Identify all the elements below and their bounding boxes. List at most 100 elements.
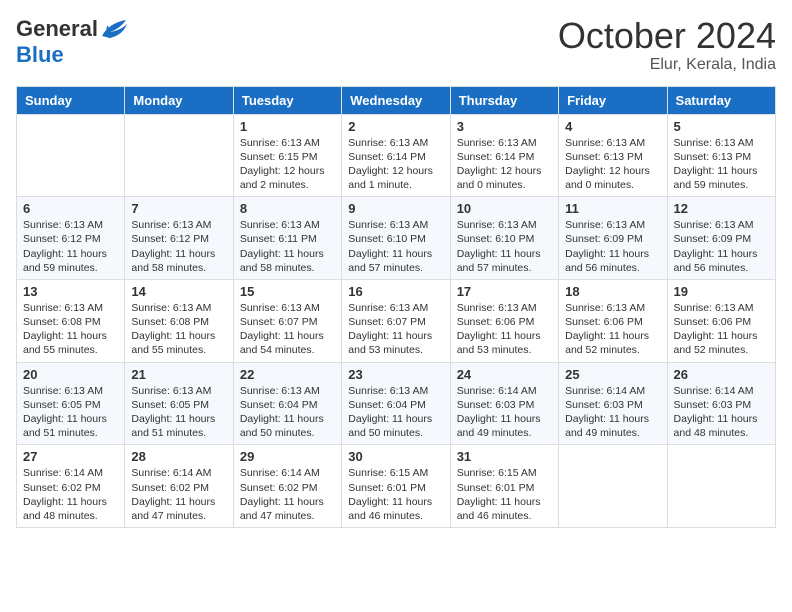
calendar-cell (667, 445, 775, 528)
calendar-cell: 31 Sunrise: 6:15 AMSunset: 6:01 PMDayligh… (450, 445, 558, 528)
cell-info: Sunrise: 6:14 AMSunset: 6:02 PMDaylight:… (23, 466, 118, 523)
calendar-cell: 27 Sunrise: 6:14 AMSunset: 6:02 PMDayligh… (17, 445, 125, 528)
cell-info: Sunrise: 6:13 AMSunset: 6:06 PMDaylight:… (565, 301, 660, 358)
cell-info: Sunrise: 6:15 AMSunset: 6:01 PMDaylight:… (348, 466, 443, 523)
calendar-cell: 4 Sunrise: 6:13 AMSunset: 6:13 PMDaylight… (559, 114, 667, 197)
day-number: 22 (240, 367, 335, 382)
cell-info: Sunrise: 6:13 AMSunset: 6:05 PMDaylight:… (23, 384, 118, 441)
day-number: 23 (348, 367, 443, 382)
logo: General Blue (16, 16, 128, 68)
cell-info: Sunrise: 6:13 AMSunset: 6:07 PMDaylight:… (348, 301, 443, 358)
cell-info: Sunrise: 6:13 AMSunset: 6:10 PMDaylight:… (348, 218, 443, 275)
cell-info: Sunrise: 6:13 AMSunset: 6:08 PMDaylight:… (131, 301, 226, 358)
day-number: 26 (674, 367, 769, 382)
day-number: 15 (240, 284, 335, 299)
weekday-header: Monday (125, 86, 233, 114)
cell-info: Sunrise: 6:13 AMSunset: 6:15 PMDaylight:… (240, 136, 335, 193)
calendar-cell (17, 114, 125, 197)
calendar-cell: 23 Sunrise: 6:13 AMSunset: 6:04 PMDayligh… (342, 362, 450, 445)
day-number: 19 (674, 284, 769, 299)
calendar-cell: 22Sunrise: 6:13 AMSunset: 6:04 PMDayligh… (233, 362, 341, 445)
calendar-week-row: 20Sunrise: 6:13 AMSunset: 6:05 PMDayligh… (17, 362, 776, 445)
cell-info: Sunrise: 6:13 AMSunset: 6:06 PMDaylight:… (457, 301, 552, 358)
day-number: 10 (457, 201, 552, 216)
calendar-cell: 13Sunrise: 6:13 AMSunset: 6:08 PMDayligh… (17, 279, 125, 362)
day-number: 16 (348, 284, 443, 299)
day-number: 1 (240, 119, 335, 134)
day-number: 3 (457, 119, 552, 134)
calendar-cell: 29 Sunrise: 6:14 AMSunset: 6:02 PMDayligh… (233, 445, 341, 528)
day-number: 27 (23, 449, 118, 464)
calendar-cell: 19Sunrise: 6:13 AMSunset: 6:06 PMDayligh… (667, 279, 775, 362)
day-number: 29 (240, 449, 335, 464)
calendar-cell: 14 Sunrise: 6:13 AMSunset: 6:08 PMDayligh… (125, 279, 233, 362)
cell-info: Sunrise: 6:13 AMSunset: 6:09 PMDaylight:… (674, 218, 769, 275)
logo-bird-icon (100, 18, 128, 40)
calendar-cell: 18 Sunrise: 6:13 AMSunset: 6:06 PMDayligh… (559, 279, 667, 362)
day-number: 30 (348, 449, 443, 464)
day-number: 17 (457, 284, 552, 299)
weekday-header: Tuesday (233, 86, 341, 114)
day-number: 24 (457, 367, 552, 382)
calendar-cell: 16 Sunrise: 6:13 AMSunset: 6:07 PMDayligh… (342, 279, 450, 362)
weekday-header: Thursday (450, 86, 558, 114)
calendar-week-row: 27 Sunrise: 6:14 AMSunset: 6:02 PMDayligh… (17, 445, 776, 528)
calendar-cell: 9 Sunrise: 6:13 AMSunset: 6:10 PMDaylight… (342, 197, 450, 280)
day-number: 2 (348, 119, 443, 134)
cell-info: Sunrise: 6:13 AMSunset: 6:13 PMDaylight:… (565, 136, 660, 193)
cell-info: Sunrise: 6:13 AMSunset: 6:11 PMDaylight:… (240, 218, 335, 275)
calendar-week-row: 1 Sunrise: 6:13 AMSunset: 6:15 PMDaylight… (17, 114, 776, 197)
cell-info: Sunrise: 6:13 AMSunset: 6:12 PMDaylight:… (23, 218, 118, 275)
cell-info: Sunrise: 6:13 AMSunset: 6:05 PMDaylight:… (131, 384, 226, 441)
calendar-cell: 12 Sunrise: 6:13 AMSunset: 6:09 PMDayligh… (667, 197, 775, 280)
cell-info: Sunrise: 6:13 AMSunset: 6:14 PMDaylight:… (457, 136, 552, 193)
calendar-cell: 15 Sunrise: 6:13 AMSunset: 6:07 PMDayligh… (233, 279, 341, 362)
day-number: 9 (348, 201, 443, 216)
day-number: 12 (674, 201, 769, 216)
cell-info: Sunrise: 6:14 AMSunset: 6:02 PMDaylight:… (240, 466, 335, 523)
day-number: 14 (131, 284, 226, 299)
calendar-header-row: SundayMondayTuesdayWednesdayThursdayFrid… (17, 86, 776, 114)
calendar-cell: 3 Sunrise: 6:13 AMSunset: 6:14 PMDaylight… (450, 114, 558, 197)
title-block: October 2024 Elur, Kerala, India (558, 16, 776, 74)
calendar-week-row: 6Sunrise: 6:13 AMSunset: 6:12 PMDaylight… (17, 197, 776, 280)
calendar-cell: 11Sunrise: 6:13 AMSunset: 6:09 PMDayligh… (559, 197, 667, 280)
day-number: 18 (565, 284, 660, 299)
calendar-cell (125, 114, 233, 197)
month-title: October 2024 (558, 16, 776, 56)
day-number: 31 (457, 449, 552, 464)
calendar-table: SundayMondayTuesdayWednesdayThursdayFrid… (16, 86, 776, 528)
logo-blue: Blue (16, 42, 64, 68)
day-number: 7 (131, 201, 226, 216)
calendar-cell: 26 Sunrise: 6:14 AMSunset: 6:03 PMDayligh… (667, 362, 775, 445)
calendar-cell: 28Sunrise: 6:14 AMSunset: 6:02 PMDayligh… (125, 445, 233, 528)
cell-info: Sunrise: 6:14 AMSunset: 6:03 PMDaylight:… (457, 384, 552, 441)
day-number: 5 (674, 119, 769, 134)
cell-info: Sunrise: 6:14 AMSunset: 6:03 PMDaylight:… (565, 384, 660, 441)
page-header: General Blue October 2024 Elur, Kerala, … (16, 16, 776, 74)
calendar-cell: 1 Sunrise: 6:13 AMSunset: 6:15 PMDaylight… (233, 114, 341, 197)
calendar-cell: 20Sunrise: 6:13 AMSunset: 6:05 PMDayligh… (17, 362, 125, 445)
cell-info: Sunrise: 6:13 AMSunset: 6:12 PMDaylight:… (131, 218, 226, 275)
cell-info: Sunrise: 6:15 AMSunset: 6:01 PMDaylight:… (457, 466, 552, 523)
calendar-cell: 21Sunrise: 6:13 AMSunset: 6:05 PMDayligh… (125, 362, 233, 445)
cell-info: Sunrise: 6:13 AMSunset: 6:14 PMDaylight:… (348, 136, 443, 193)
calendar-cell: 7 Sunrise: 6:13 AMSunset: 6:12 PMDaylight… (125, 197, 233, 280)
calendar-cell: 24 Sunrise: 6:14 AMSunset: 6:03 PMDayligh… (450, 362, 558, 445)
cell-info: Sunrise: 6:13 AMSunset: 6:07 PMDaylight:… (240, 301, 335, 358)
day-number: 4 (565, 119, 660, 134)
day-number: 25 (565, 367, 660, 382)
cell-info: Sunrise: 6:14 AMSunset: 6:03 PMDaylight:… (674, 384, 769, 441)
weekday-header: Sunday (17, 86, 125, 114)
day-number: 28 (131, 449, 226, 464)
cell-info: Sunrise: 6:13 AMSunset: 6:04 PMDaylight:… (348, 384, 443, 441)
calendar-cell (559, 445, 667, 528)
location: Elur, Kerala, India (558, 56, 776, 74)
calendar-cell: 8Sunrise: 6:13 AMSunset: 6:11 PMDaylight… (233, 197, 341, 280)
day-number: 11 (565, 201, 660, 216)
weekday-header: Friday (559, 86, 667, 114)
weekday-header: Saturday (667, 86, 775, 114)
day-number: 13 (23, 284, 118, 299)
cell-info: Sunrise: 6:13 AMSunset: 6:13 PMDaylight:… (674, 136, 769, 193)
calendar-cell: 17 Sunrise: 6:13 AMSunset: 6:06 PMDayligh… (450, 279, 558, 362)
